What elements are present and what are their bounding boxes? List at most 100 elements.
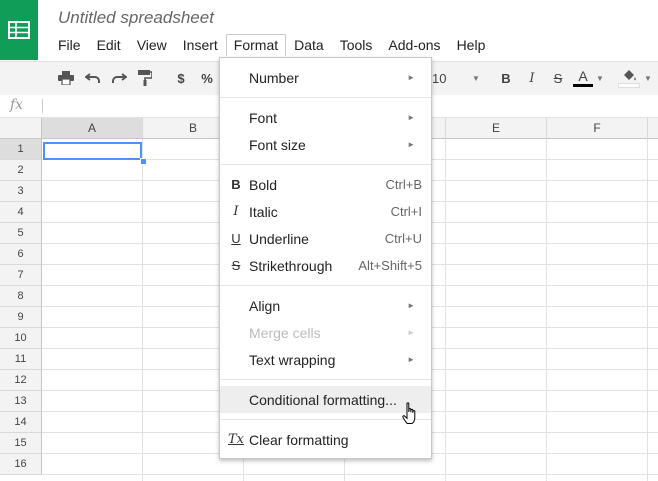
- submenu-arrow-icon: ►: [407, 328, 415, 337]
- menu-item-bold[interactable]: B Bold Ctrl+B: [220, 171, 431, 198]
- row-header-13[interactable]: 13: [0, 391, 42, 412]
- submenu-arrow-icon: ►: [407, 113, 415, 122]
- document-title[interactable]: Untitled spreadsheet: [58, 8, 214, 28]
- menu-item-strikethrough[interactable]: S Strikethrough Alt+Shift+5: [220, 252, 431, 279]
- menu-item-label: Bold: [249, 176, 278, 193]
- menu-help[interactable]: Help: [449, 34, 494, 56]
- row-header-2[interactable]: 2: [0, 160, 42, 181]
- menu-item-label: Merge cells: [249, 324, 321, 341]
- menu-item-italic[interactable]: I Italic Ctrl+I: [220, 198, 431, 225]
- menu-item-shortcut: Ctrl+U: [384, 231, 422, 246]
- chevron-down-icon[interactable]: ▼: [643, 68, 653, 88]
- row-header-8[interactable]: 8: [0, 286, 42, 307]
- menu-item-number[interactable]: Number ►: [220, 64, 431, 91]
- menu-tools[interactable]: Tools: [332, 34, 381, 56]
- menu-item-shortcut: Alt+Shift+5: [358, 258, 422, 273]
- menu-file[interactable]: File: [50, 34, 89, 56]
- menu-separator: [220, 285, 431, 286]
- clear-formatting-icon: Tx: [228, 432, 245, 447]
- menu-item-conditional-formatting[interactable]: Conditional formatting...: [220, 386, 431, 413]
- row-header-14[interactable]: 14: [0, 412, 42, 433]
- menu-item-label: Conditional formatting...: [249, 391, 397, 408]
- italic-icon[interactable]: I: [523, 68, 541, 88]
- sheets-logo-icon[interactable]: [0, 0, 38, 60]
- menu-separator: [220, 97, 431, 98]
- submenu-arrow-icon: ►: [407, 140, 415, 149]
- column-header-f[interactable]: F: [547, 118, 648, 139]
- row-header-15[interactable]: 15: [0, 433, 42, 454]
- grid-line: [445, 139, 446, 481]
- menu-item-underline[interactable]: U Underline Ctrl+U: [220, 225, 431, 252]
- font-size-select[interactable]: 10 ▼: [432, 68, 482, 88]
- column-header-g[interactable]: [648, 118, 658, 139]
- grid-line: [42, 474, 658, 475]
- row-header-6[interactable]: 6: [0, 244, 42, 265]
- submenu-arrow-icon: ►: [407, 301, 415, 310]
- currency-button[interactable]: $: [172, 68, 190, 88]
- menu-view[interactable]: View: [129, 34, 175, 56]
- row-header-9[interactable]: 9: [0, 307, 42, 328]
- menu-item-label: Underline: [249, 230, 309, 247]
- menu-bar: File Edit View Insert Format Data Tools …: [50, 34, 493, 56]
- font-size-value: 10: [432, 70, 447, 86]
- select-all-corner[interactable]: [0, 118, 42, 139]
- sheets-grid-icon: [8, 21, 30, 39]
- menu-item-merge-cells: Merge cells ►: [220, 319, 431, 346]
- menu-edit[interactable]: Edit: [89, 34, 129, 56]
- menu-item-label: Italic: [249, 203, 278, 220]
- row-header-16[interactable]: 16: [0, 454, 42, 475]
- column-header-a[interactable]: A: [42, 118, 143, 139]
- strikethrough-icon[interactable]: S: [549, 68, 567, 88]
- hand-cursor-icon: [401, 402, 419, 431]
- text-color-icon[interactable]: A: [572, 68, 594, 88]
- menu-insert[interactable]: Insert: [175, 34, 226, 56]
- menu-item-label: Strikethrough: [249, 257, 333, 274]
- row-header-12[interactable]: 12: [0, 370, 42, 391]
- bold-icon: B: [231, 177, 241, 192]
- row-header-7[interactable]: 7: [0, 265, 42, 286]
- format-menu: Number ► Font ► Font size ► B Bold Ctrl+…: [219, 57, 432, 459]
- percent-button[interactable]: %: [198, 68, 216, 88]
- paint-format-icon[interactable]: [135, 68, 155, 88]
- active-cell-a1[interactable]: [43, 142, 142, 160]
- submenu-arrow-icon: ►: [407, 73, 415, 82]
- menu-item-align[interactable]: Align ►: [220, 292, 431, 319]
- menu-item-font-size[interactable]: Font size ►: [220, 131, 431, 158]
- column-header-e[interactable]: E: [446, 118, 547, 139]
- row-header-11[interactable]: 11: [0, 349, 42, 370]
- menu-item-text-wrapping[interactable]: Text wrapping ►: [220, 346, 431, 373]
- fill-handle[interactable]: [140, 158, 147, 165]
- text-color-label: A: [578, 68, 588, 84]
- menu-separator: [220, 379, 431, 380]
- menu-item-label: Clear formatting: [249, 431, 349, 448]
- row-header-3[interactable]: 3: [0, 181, 42, 202]
- menu-item-shortcut: Ctrl+B: [385, 177, 422, 192]
- fill-color-icon[interactable]: [616, 68, 642, 88]
- fx-icon: fx: [10, 97, 24, 113]
- bold-icon[interactable]: B: [497, 68, 515, 88]
- menu-format[interactable]: Format: [225, 34, 287, 56]
- row-header-4[interactable]: 4: [0, 202, 42, 223]
- menu-item-label: Align: [249, 297, 281, 314]
- row-header-5[interactable]: 5: [0, 223, 42, 244]
- strikethrough-icon: S: [231, 258, 241, 273]
- row-header-10[interactable]: 10: [0, 328, 42, 349]
- row-header-1[interactable]: 1: [0, 139, 42, 160]
- italic-icon: I: [233, 204, 239, 219]
- text-color-swatch: [573, 84, 593, 87]
- print-icon[interactable]: [56, 68, 76, 88]
- menu-separator: [220, 419, 431, 420]
- menu-item-font[interactable]: Font ►: [220, 104, 431, 131]
- grid-line: [142, 139, 143, 481]
- menu-item-clear-formatting[interactable]: Tx Clear formatting: [220, 426, 431, 453]
- menu-data[interactable]: Data: [286, 34, 332, 56]
- underline-icon: U: [231, 231, 241, 246]
- submenu-arrow-icon: ►: [407, 355, 415, 364]
- menu-add-ons[interactable]: Add-ons: [380, 34, 448, 56]
- chevron-down-icon: ▼: [472, 73, 480, 83]
- menu-item-label: Text wrapping: [249, 351, 336, 368]
- menu-item-label: Number: [249, 69, 299, 86]
- undo-icon[interactable]: [83, 68, 103, 88]
- redo-icon[interactable]: [109, 68, 129, 88]
- chevron-down-icon[interactable]: ▼: [595, 68, 605, 88]
